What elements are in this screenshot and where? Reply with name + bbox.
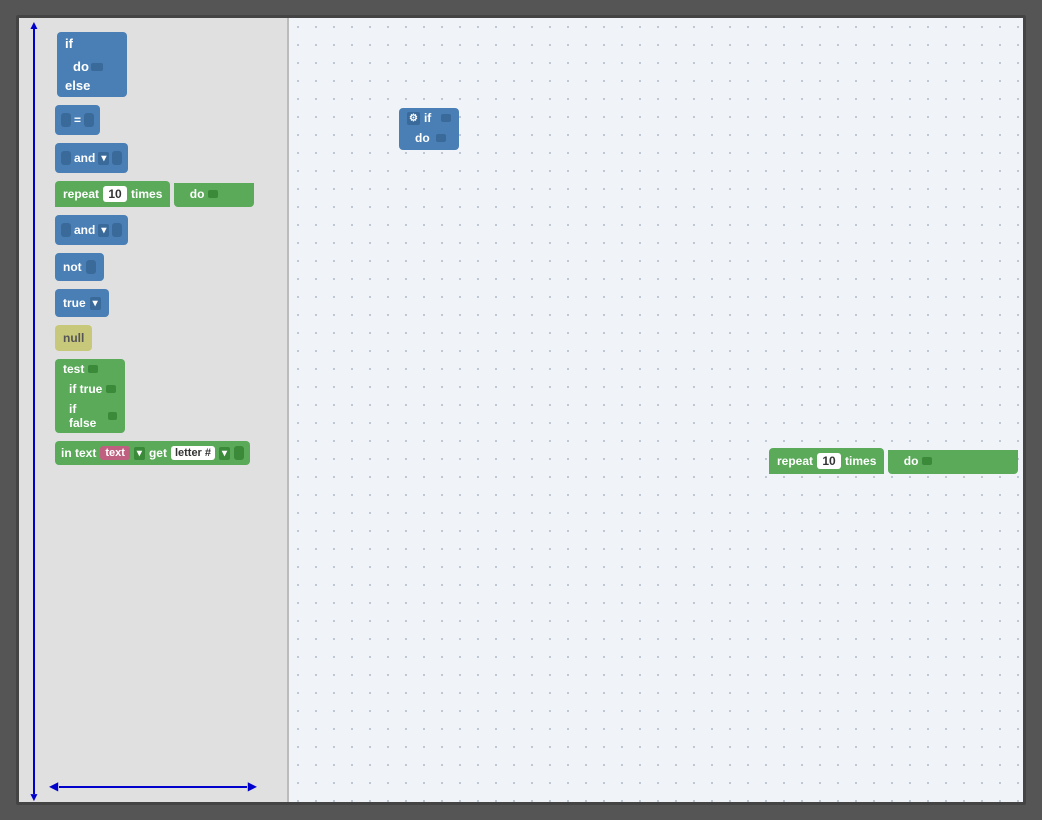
null-label: null bbox=[63, 331, 84, 345]
letter-input-field[interactable]: letter # bbox=[171, 446, 215, 460]
canvas-if-label: if bbox=[424, 111, 431, 125]
repeat-block[interactable]: repeat 10 times do bbox=[55, 181, 279, 207]
main-frame: if do else = and bbox=[16, 15, 1026, 805]
canvas-if-notch bbox=[441, 114, 451, 122]
intext-block[interactable]: in text text ▾ get letter # ▾ bbox=[55, 441, 279, 465]
not-notch bbox=[86, 260, 96, 274]
and-label-1: and bbox=[74, 151, 95, 165]
canvas-repeat-value[interactable]: 10 bbox=[817, 453, 841, 469]
canvas-do-label-repeat: do bbox=[904, 454, 919, 468]
if-label: if bbox=[65, 36, 73, 51]
iffalse-notch bbox=[108, 412, 117, 420]
canvas-area[interactable]: ⚙ if do repeat 10 times do bbox=[289, 18, 1023, 802]
canvas-repeat-block[interactable]: repeat 10 times do bbox=[769, 448, 1018, 474]
and-label-2: and bbox=[74, 223, 95, 237]
test-notch bbox=[88, 365, 98, 373]
canvas-if-block[interactable]: ⚙ if do bbox=[399, 108, 459, 150]
horizontal-arrow[interactable] bbox=[59, 786, 247, 788]
tab-right-2 bbox=[112, 223, 122, 237]
puzzle-tab-right bbox=[84, 113, 94, 127]
intext-end-tab bbox=[234, 446, 244, 460]
text-input-field[interactable]: text bbox=[100, 446, 130, 460]
and-block-1[interactable]: and ▾ bbox=[55, 143, 279, 173]
do-notch bbox=[91, 63, 103, 71]
true-label: true bbox=[63, 296, 86, 310]
canvas-times-label: times bbox=[845, 454, 876, 468]
dropdown-icon-text[interactable]: ▾ bbox=[134, 447, 145, 460]
iffalse-label: if false bbox=[69, 402, 104, 430]
canvas-do-notch-green bbox=[922, 457, 932, 465]
tab-right bbox=[112, 151, 122, 165]
not-label: not bbox=[63, 260, 82, 274]
dropdown-icon-2[interactable]: ▾ bbox=[98, 224, 109, 237]
times-label: times bbox=[131, 187, 162, 201]
repeat-value[interactable]: 10 bbox=[103, 186, 127, 202]
true-block[interactable]: true ▾ bbox=[55, 289, 279, 317]
canvas-repeat-label: repeat bbox=[777, 454, 813, 468]
do-label: do bbox=[73, 59, 89, 74]
do-label-repeat: do bbox=[190, 187, 205, 201]
tab-left bbox=[61, 151, 71, 165]
eq-symbol: = bbox=[74, 113, 81, 127]
tab-left-2 bbox=[61, 223, 71, 237]
dropdown-icon-true[interactable]: ▾ bbox=[90, 297, 101, 310]
vertical-arrow[interactable] bbox=[33, 26, 35, 794]
repeat-label: repeat bbox=[63, 187, 99, 201]
dropdown-icon-letter[interactable]: ▾ bbox=[219, 447, 230, 460]
and-block-2[interactable]: and ▾ bbox=[55, 215, 279, 245]
iftrue-label: if true bbox=[69, 382, 102, 396]
not-block[interactable]: not bbox=[55, 253, 279, 281]
test-label: test bbox=[63, 362, 84, 376]
sidebar: if do else = and bbox=[19, 18, 289, 802]
dropdown-icon-1[interactable]: ▾ bbox=[98, 152, 109, 165]
gear-icon[interactable]: ⚙ bbox=[407, 112, 420, 125]
do-notch-green bbox=[208, 190, 218, 198]
canvas-do-label: do bbox=[415, 131, 430, 145]
else-label: else bbox=[65, 78, 90, 93]
test-block[interactable]: test if true if false bbox=[55, 359, 279, 433]
iftrue-notch bbox=[106, 385, 116, 393]
get-label: get bbox=[149, 446, 167, 460]
equality-block[interactable]: = bbox=[55, 105, 279, 135]
canvas-do-notch bbox=[436, 134, 446, 142]
if-else-block[interactable]: if do else bbox=[57, 32, 279, 97]
null-block[interactable]: null bbox=[55, 325, 279, 351]
intext-label: in text bbox=[61, 446, 96, 460]
puzzle-tab-left bbox=[61, 113, 71, 127]
